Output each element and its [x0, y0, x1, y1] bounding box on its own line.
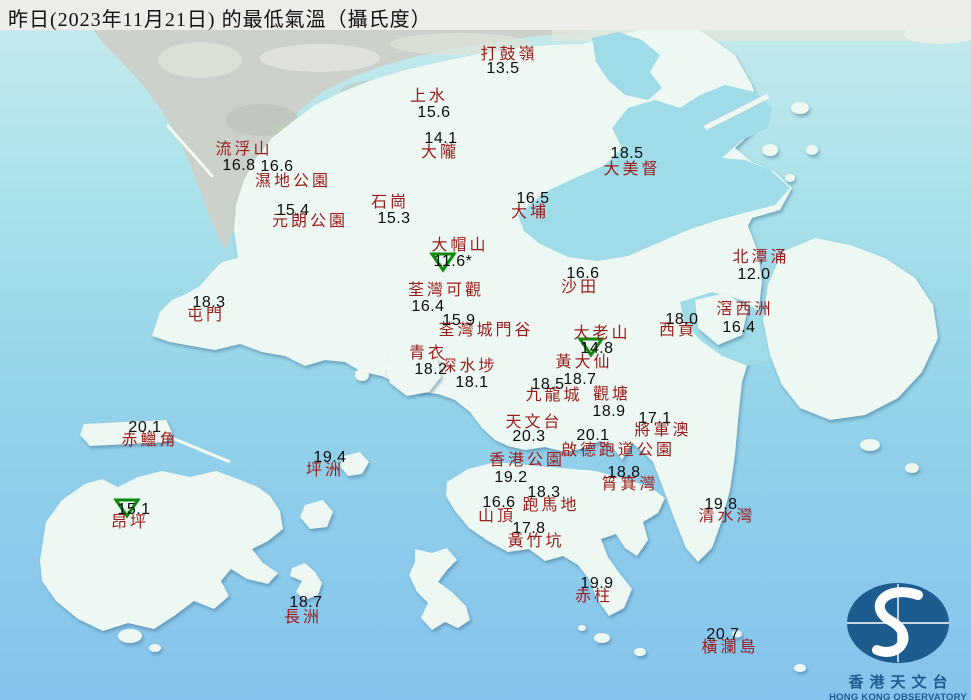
station-value: 15.3	[377, 210, 411, 227]
station-value: 13.5	[486, 60, 520, 77]
station-value: 16.6	[260, 158, 294, 175]
station-value: 16.5	[516, 190, 550, 207]
page-title: 昨日(2023年11月21日) 的最低氣溫（攝氏度）	[8, 9, 432, 31]
min-temperature-map-screen: 昨日(2023年11月21日) 的最低氣溫（攝氏度） 打鼓嶺 13.5 上水 15.6…	[0, 0, 971, 700]
station-value: 18.5	[610, 145, 644, 162]
station-value: 15.1	[117, 501, 151, 518]
station-name: 大美督	[603, 161, 661, 178]
station-value: 18.3	[192, 294, 226, 311]
station-value: 18.7	[289, 594, 323, 611]
station-value: 20.1	[128, 419, 162, 436]
station-value: 18.5	[531, 376, 565, 393]
station-value: 15.9	[442, 312, 476, 329]
station-name: 濕地公園	[254, 173, 332, 190]
station-value: 19.8	[704, 496, 738, 513]
station-name: 啟德跑道公園	[560, 442, 676, 459]
station-value: 11.6*	[433, 253, 473, 270]
station-value: 16.6	[566, 265, 600, 282]
station-name: 觀塘	[592, 386, 632, 403]
station-name: 流浮山	[215, 141, 273, 158]
station-value: 19.2	[494, 469, 528, 486]
station-value: 18.0	[665, 311, 699, 328]
station-value: 18.7	[563, 371, 597, 388]
station-value: 14.1	[424, 130, 458, 147]
station-name: 北潭涌	[732, 249, 790, 266]
station-name: 上水	[409, 88, 449, 105]
station-value: 15.6	[417, 104, 451, 121]
station-value: 19.9	[580, 575, 614, 592]
station-name: 大帽山	[431, 237, 489, 254]
hko-logo: 香港天文台 HONG KONG OBSERVATORY	[829, 570, 967, 700]
hko-logo-icon	[847, 583, 949, 663]
station-name: 長洲	[283, 609, 323, 626]
station-value: 16.6	[482, 494, 516, 511]
station-value: 20.1	[576, 427, 610, 444]
station-value: 17.8	[512, 520, 546, 537]
station-value: 16.4	[722, 319, 756, 336]
station-name: 黃大仙	[555, 354, 613, 371]
station-value: 18.3	[527, 484, 561, 501]
station-value: 16.8	[222, 157, 256, 174]
hko-logo-chinese: 香港天文台	[848, 674, 954, 691]
station-value: 15.4	[276, 202, 310, 219]
station-value: 20.3	[512, 428, 546, 445]
station-name: 大隴	[420, 144, 460, 161]
station-value: 19.4	[313, 449, 347, 466]
station-value: 18.9	[592, 403, 626, 420]
hong-kong-map	[0, 0, 971, 700]
hko-logo-english: HONG KONG OBSERVATORY	[829, 691, 967, 700]
station-value: 17.1	[638, 410, 672, 427]
station-name: 石崗	[370, 194, 410, 211]
station-name: 滘西洲	[716, 301, 774, 318]
station-name: 深水埗	[440, 358, 498, 375]
station-name: 大埔	[510, 204, 550, 221]
station-value: 12.0	[737, 266, 771, 283]
station-value: 18.1	[455, 374, 489, 391]
station-name: 香港公園	[488, 452, 566, 469]
station-value: 16.4	[411, 298, 445, 315]
station-name: 荃灣可觀	[407, 282, 485, 299]
station-name: 沙田	[560, 279, 600, 296]
station-name: 山頂	[477, 508, 517, 525]
station-value: 20.7	[706, 626, 740, 643]
station-value: 18.8	[607, 464, 641, 481]
